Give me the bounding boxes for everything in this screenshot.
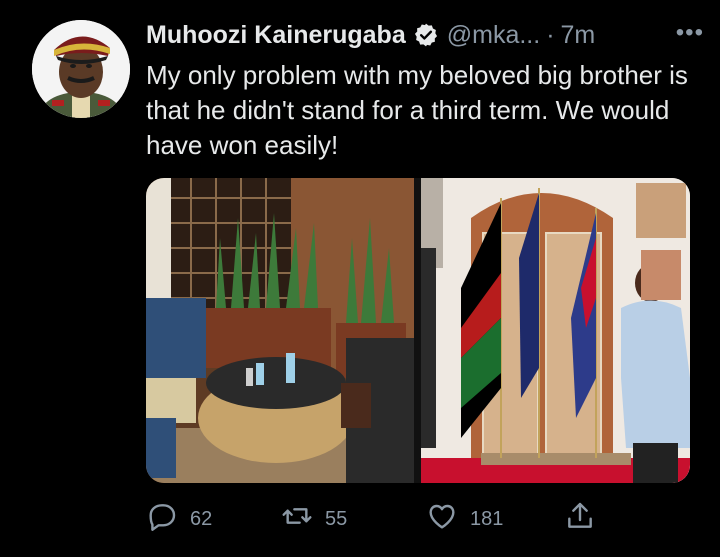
tweet-actions: 62 55 181 [146, 500, 596, 534]
retweet-button[interactable]: 55 [281, 500, 347, 538]
retweet-count: 55 [325, 507, 348, 530]
like-count: 181 [470, 507, 504, 530]
share-button[interactable] [564, 500, 596, 538]
author-handle[interactable]: @mka... [447, 21, 540, 50]
reply-button[interactable]: 62 [146, 500, 212, 538]
more-options-icon[interactable]: ••• [676, 19, 704, 47]
reply-icon [146, 500, 178, 538]
tweet-media[interactable] [146, 178, 690, 483]
avatar[interactable] [32, 20, 130, 118]
retweet-icon [281, 500, 313, 538]
reply-count: 62 [190, 507, 213, 530]
heart-icon [426, 500, 458, 538]
author-name[interactable]: Muhoozi Kainerugaba [146, 21, 406, 50]
tweet-text: My only problem with my beloved big brot… [146, 60, 688, 160]
verified-badge-icon [413, 22, 439, 48]
share-icon [564, 500, 596, 538]
like-button[interactable]: 181 [426, 500, 503, 538]
tweet-timestamp[interactable]: 7m [561, 21, 596, 50]
separator-dot: · [546, 20, 555, 49]
media-photo-left[interactable] [146, 178, 414, 483]
tweet-header: Muhoozi Kainerugaba @mka... · 7m ••• [146, 19, 704, 51]
media-photo-right[interactable] [421, 178, 690, 483]
avatar-image [32, 20, 130, 118]
